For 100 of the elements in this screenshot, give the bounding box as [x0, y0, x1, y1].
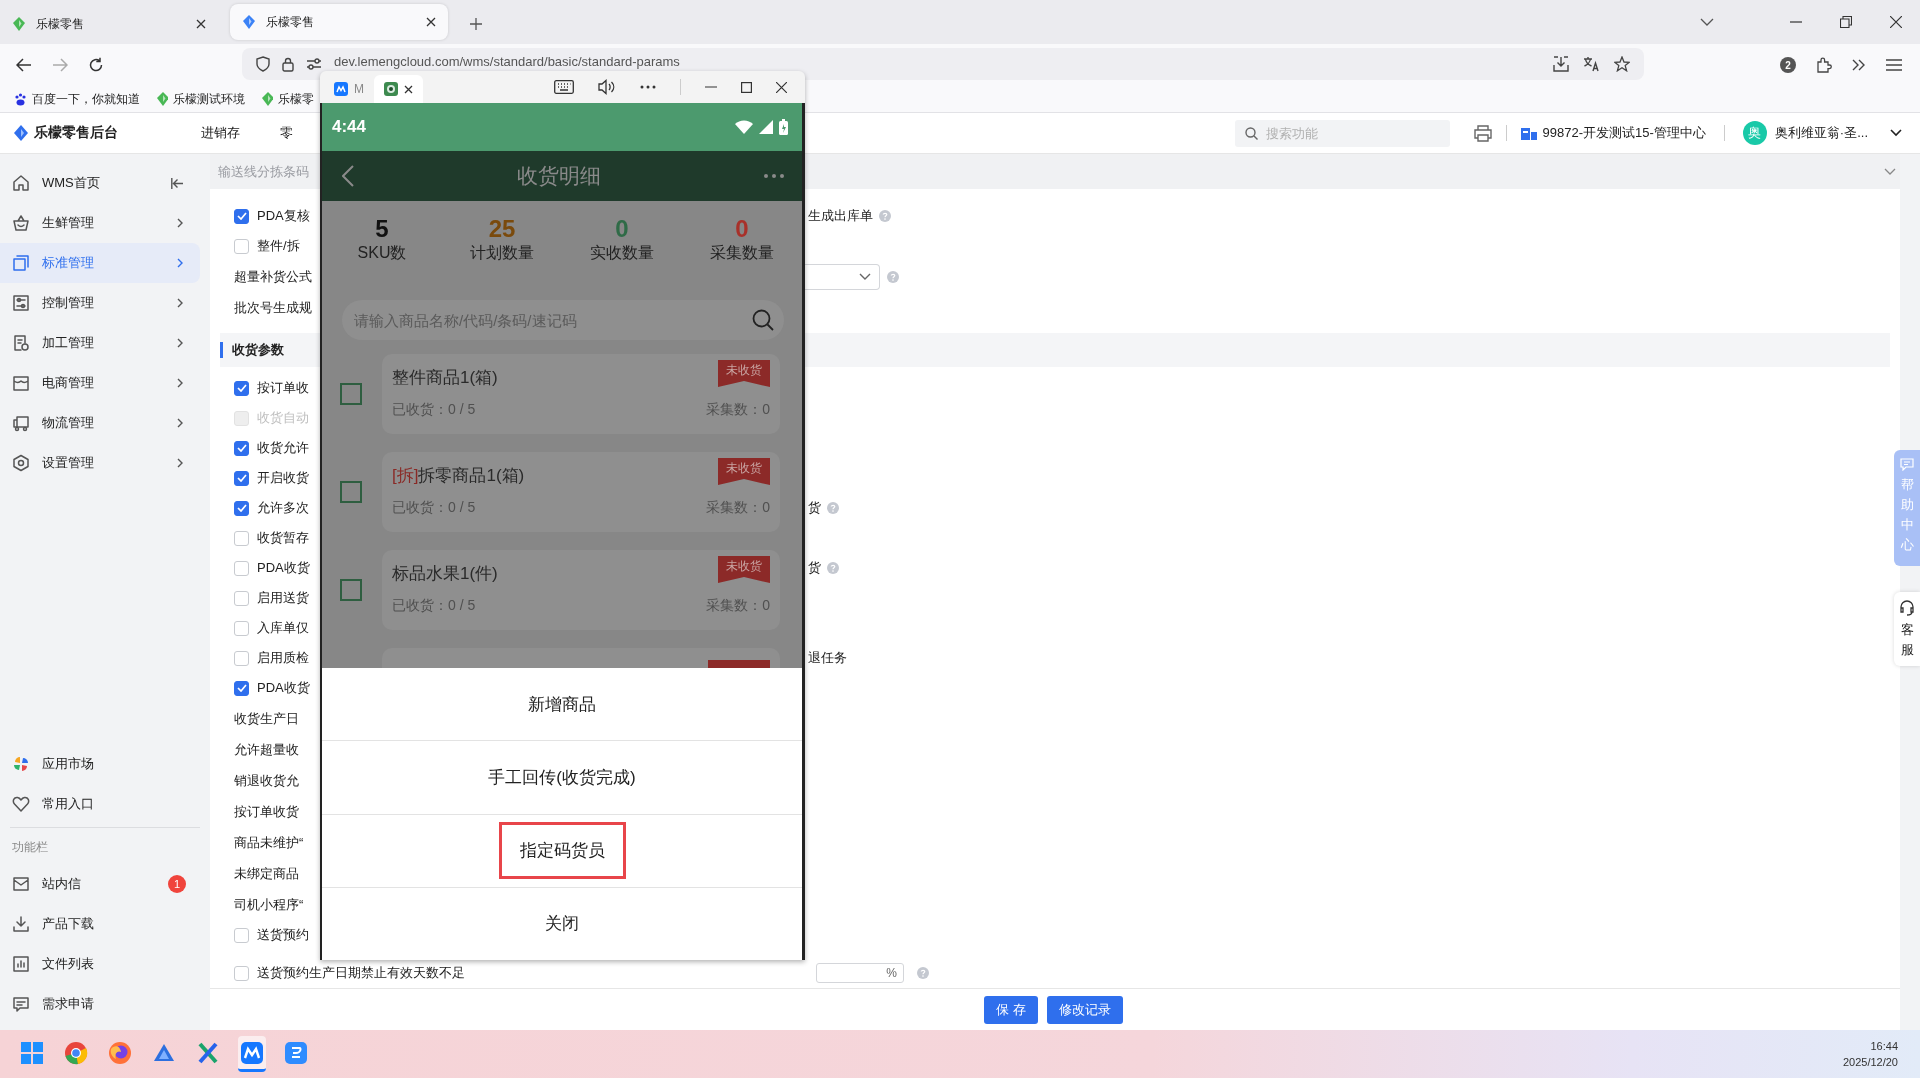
item-card[interactable]: 标品水果1(件) 未收货 已收货：0 / 5 采集数：0	[382, 550, 780, 630]
squares-icon	[12, 254, 30, 272]
field-label: 未绑定商品	[234, 864, 299, 883]
sidebar-item[interactable]: 站内信 1	[0, 864, 200, 904]
heart-icon	[12, 795, 30, 813]
setting-label: 货	[808, 559, 821, 577]
chevron-right-icon	[177, 338, 184, 348]
bookmark[interactable]: 乐檬测试环境	[156, 90, 245, 108]
item-card[interactable]: 整件商品1(箱) 未收货 已收货：0 / 5 采集数：0	[382, 354, 780, 434]
back-icon[interactable]	[16, 58, 32, 72]
translate-icon[interactable]	[1583, 56, 1600, 72]
sidebar-item[interactable]: 应用市场	[0, 744, 200, 784]
history-button[interactable]: 修改记录	[1046, 995, 1123, 1024]
status-tag: 未收货	[718, 458, 770, 485]
bookmark[interactable]: 百度一下，你就知道	[14, 90, 140, 108]
sidebar-item[interactable]: 电商管理	[0, 363, 200, 403]
puzzle-icon[interactable]	[1816, 57, 1832, 73]
save-button[interactable]: 保 存	[984, 995, 1038, 1024]
wifi-icon	[735, 120, 753, 134]
star-icon[interactable]	[1614, 56, 1630, 72]
checkbox[interactable]	[234, 680, 249, 696]
sidebar-item[interactable]: WMS首页	[0, 163, 200, 203]
browser-tab[interactable]: 乐檬零售	[0, 6, 218, 42]
side-tab[interactable]: 客服	[1894, 592, 1920, 666]
restore-icon[interactable]	[1840, 16, 1852, 28]
leaf-icon	[156, 92, 168, 106]
org-switcher[interactable]: 99872-开发测试15-管理中心	[1520, 124, 1706, 142]
field-label: 商品未维护“	[234, 833, 304, 852]
item-name: [拆]拆零商品1(箱)	[392, 465, 525, 487]
checkbox[interactable]	[234, 380, 249, 396]
taskbar-button[interactable]	[238, 1036, 266, 1072]
checkbox[interactable]	[234, 208, 249, 224]
chevron-down-icon[interactable]	[1700, 18, 1714, 26]
option-label: 允许多次	[257, 499, 309, 517]
caret-icon	[1890, 129, 1902, 137]
building-icon	[1520, 126, 1537, 140]
browser-tab[interactable]: 乐檬零售	[230, 4, 448, 40]
close-icon[interactable]	[404, 84, 413, 94]
item-card[interactable]: [拆]拆零商品1(箱) 未收货 已收货：0 / 5 采集数：0	[382, 452, 780, 532]
chat-app-icon	[284, 1040, 308, 1065]
checkbox[interactable]	[340, 383, 362, 405]
action-item[interactable]: 手工回传(收货完成)	[469, 748, 655, 806]
reload-icon[interactable]	[88, 57, 104, 73]
option-label: 收货自动	[257, 409, 309, 427]
document-icon	[12, 334, 30, 352]
sidebar-item[interactable]: 控制管理	[0, 283, 200, 323]
more-icon[interactable]	[640, 85, 656, 89]
option-label: 开启收货	[257, 469, 309, 487]
speaker-icon[interactable]	[598, 79, 616, 95]
setting-label: 退任务	[808, 649, 847, 667]
field-label: 超量补货公式	[234, 267, 312, 286]
sidebar-item[interactable]: 文件列表	[0, 944, 200, 984]
sidebar-item[interactable]: 标准管理	[0, 243, 200, 283]
option-label: 按订单收	[257, 379, 309, 397]
user-menu[interactable]: 奥 奥利维亚翁·圣...	[1742, 121, 1902, 145]
close-icon[interactable]	[776, 81, 787, 93]
address-bar[interactable]: dev.lemengcloud.com/wms/standard/basic/standard-params	[242, 48, 1644, 80]
emulator-tab[interactable]	[374, 75, 423, 103]
chevron-down-icon[interactable]	[1884, 168, 1896, 175]
collapse-icon[interactable]	[171, 177, 184, 189]
sidebar-item[interactable]: 设置管理	[0, 443, 200, 483]
lock-icon	[282, 56, 294, 72]
close-icon[interactable]	[1890, 16, 1902, 28]
bookmark[interactable]: 乐檬零	[261, 90, 314, 108]
search-field[interactable]: 搜索功能	[1234, 119, 1450, 147]
checkbox[interactable]	[234, 440, 249, 456]
download-icon[interactable]	[1553, 56, 1569, 72]
battery-icon	[779, 119, 788, 135]
clock-date: 2025/12/20	[1842, 1055, 1898, 1070]
action-item[interactable]: 指定码货员	[498, 822, 626, 880]
close-icon[interactable]	[196, 19, 206, 29]
nav-link[interactable]: 零	[280, 124, 293, 142]
sidebar-item[interactable]: 产品下载	[0, 904, 200, 944]
sidebar-item[interactable]: 生鲜管理	[0, 203, 200, 243]
checkbox[interactable]	[234, 500, 249, 516]
new-tab-icon[interactable]	[470, 18, 482, 30]
checkbox[interactable]	[340, 481, 362, 503]
sidebar-item[interactable]: 需求申请	[0, 984, 200, 1024]
option-label: 入库单仅	[257, 619, 309, 637]
stat-label: 计划数量	[470, 243, 534, 263]
sidebar-item[interactable]: 常用入口	[0, 784, 200, 824]
printer-icon[interactable]	[1473, 124, 1492, 142]
nav-link[interactable]: 进销存	[201, 124, 240, 142]
field-label: 按订单收货	[234, 802, 299, 821]
keyboard-icon[interactable]	[554, 80, 574, 94]
checkbox[interactable]	[340, 579, 362, 601]
menu-icon[interactable]	[1886, 59, 1902, 71]
checkbox[interactable]	[234, 470, 249, 486]
action-item[interactable]: 关闭	[526, 895, 598, 953]
number-field[interactable]: %	[816, 963, 904, 983]
close-icon[interactable]	[426, 17, 436, 27]
truck-icon	[12, 414, 30, 432]
double-chevron-icon[interactable]	[1852, 59, 1866, 71]
petals-icon	[12, 755, 30, 773]
action-item[interactable]: 新增商品	[509, 675, 615, 733]
sidebar-item[interactable]: 加工管理	[0, 323, 200, 363]
help-icon	[827, 562, 839, 574]
maximize-icon[interactable]	[741, 81, 752, 93]
profile-badge[interactable]: 2	[1780, 57, 1796, 73]
sidebar-item[interactable]: 物流管理	[0, 403, 200, 443]
